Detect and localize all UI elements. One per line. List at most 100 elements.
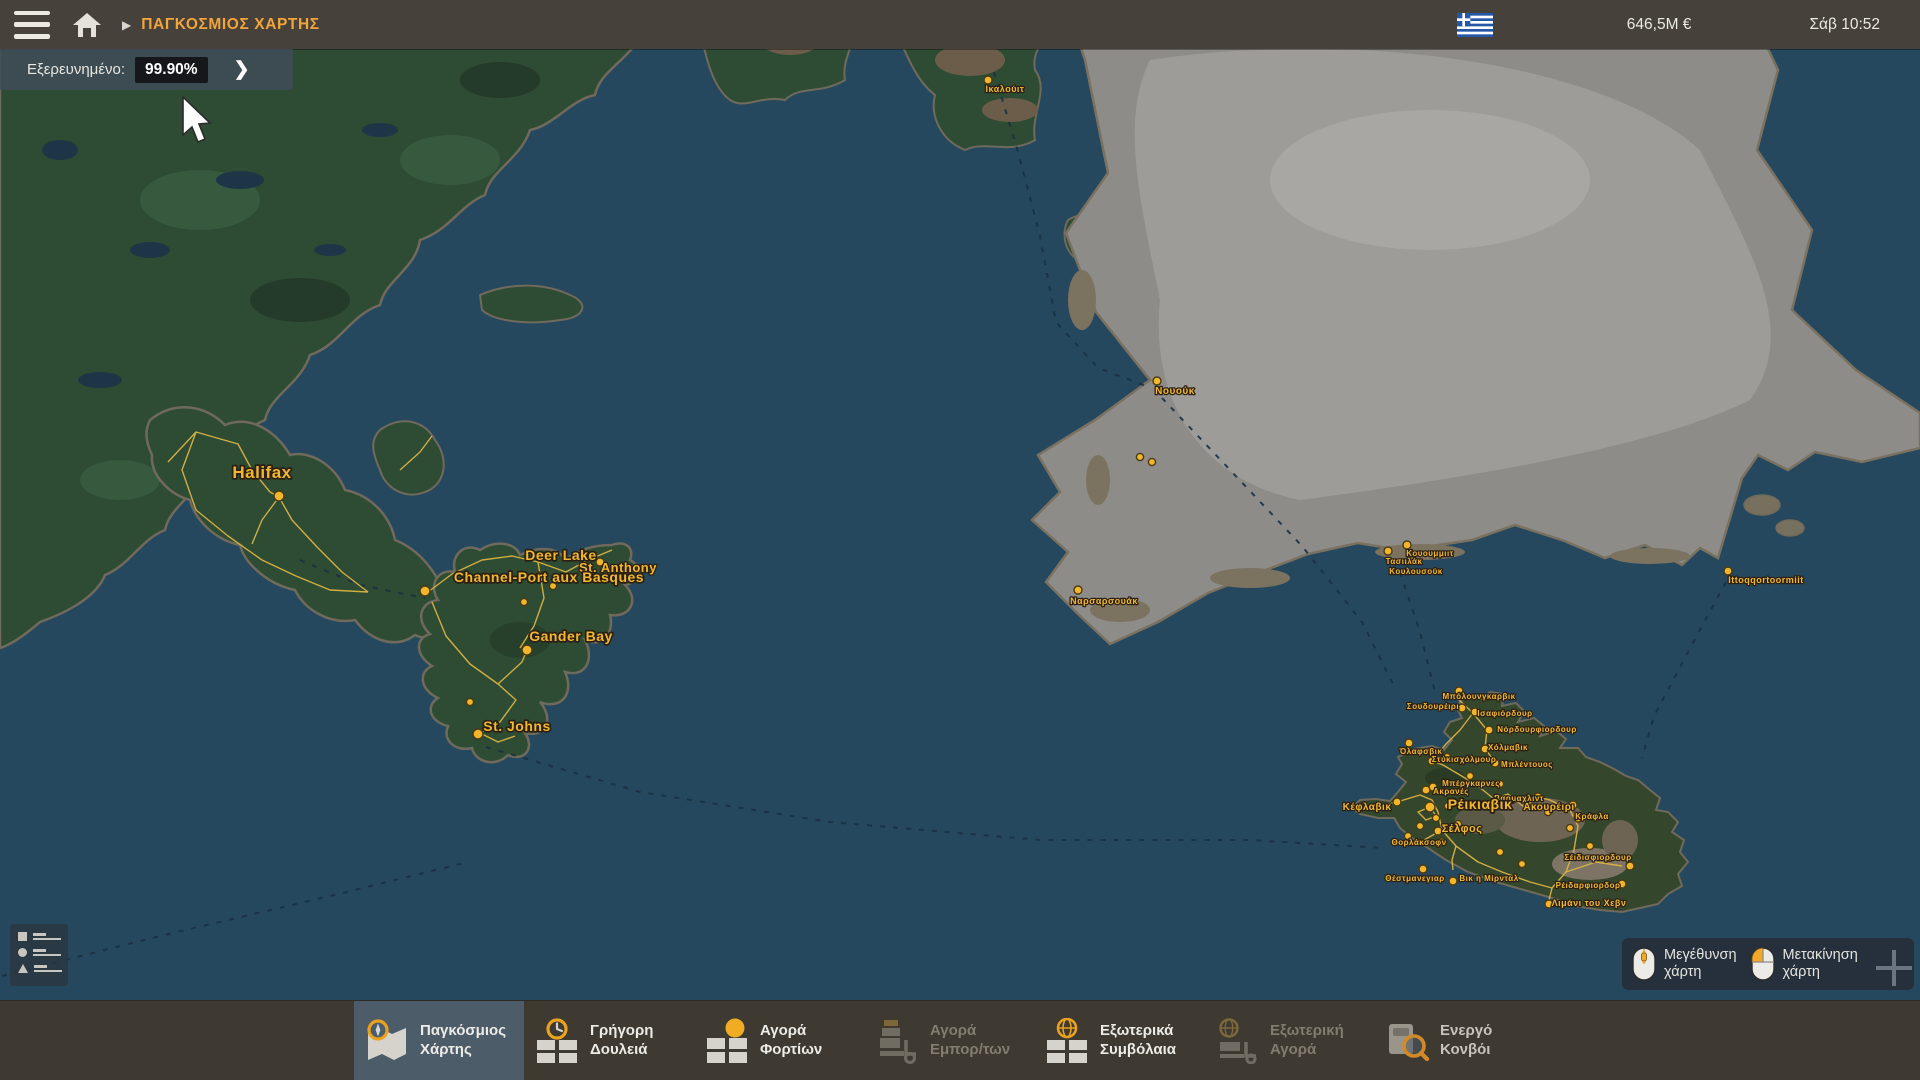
city-label[interactable]: Νόρδουρφιορδουρ bbox=[1497, 725, 1577, 734]
pallet-jack-icon bbox=[874, 1018, 920, 1064]
city-dot[interactable] bbox=[473, 729, 483, 739]
city-label[interactable]: Ισαφιόρδουρ bbox=[1477, 709, 1532, 718]
city-dot[interactable] bbox=[1449, 877, 1457, 885]
city-dot[interactable] bbox=[1393, 798, 1401, 806]
city-dot[interactable] bbox=[520, 598, 527, 605]
grid-globe-icon bbox=[1044, 1018, 1090, 1064]
tab-quick-job[interactable]: Γρήγορη Δουλειά bbox=[524, 1001, 694, 1080]
tab-label: Αγορά bbox=[760, 1022, 822, 1041]
grid-cargo-icon bbox=[704, 1018, 750, 1064]
mouse-left-button-icon bbox=[1751, 947, 1775, 981]
globe-jack-icon bbox=[1214, 1018, 1260, 1064]
city-dot[interactable] bbox=[1419, 865, 1427, 873]
city-dot[interactable] bbox=[1518, 860, 1525, 867]
city-label[interactable]: Νουούκ bbox=[1155, 386, 1195, 397]
map-legend-button[interactable] bbox=[10, 924, 68, 986]
tab-label: Παγκόσμιος bbox=[420, 1022, 506, 1041]
city-label[interactable]: Ακουρέιρι bbox=[1523, 802, 1574, 813]
city-dot[interactable] bbox=[1425, 802, 1435, 812]
city-dot[interactable] bbox=[1384, 547, 1392, 555]
city-label[interactable]: Λιμάνι του Χεβν bbox=[1552, 898, 1627, 908]
city-label[interactable]: Ρέιδαρφιορδορ bbox=[1556, 881, 1621, 890]
city-dot[interactable] bbox=[1405, 739, 1413, 747]
game-clock: Σάβ 10:52 bbox=[1809, 16, 1880, 34]
city-label[interactable]: Channel-Port aux Basques bbox=[454, 569, 644, 585]
city-label[interactable]: St. Johns bbox=[483, 718, 551, 734]
city-dot[interactable] bbox=[1458, 704, 1466, 712]
world-map[interactable]: HalifaxDeer LakeSt. AnthonyChannel-Port … bbox=[0, 0, 1920, 1080]
tab-external-contracts[interactable]: Εξωτερικά Συμβόλαια bbox=[1034, 1001, 1204, 1080]
tab-active-convoy[interactable]: Ενεργό Κονβόι bbox=[1374, 1001, 1544, 1080]
city-dot[interactable] bbox=[522, 645, 532, 655]
city-label[interactable]: Τασιιλάκ bbox=[1386, 557, 1423, 566]
hamburger-menu-icon[interactable] bbox=[14, 11, 50, 39]
city-label[interactable]: Μπόλουνγκαρβικ bbox=[1442, 692, 1515, 701]
city-dot[interactable] bbox=[1496, 848, 1503, 855]
city-label[interactable]: Σέιδισφιορδουρ bbox=[1564, 853, 1631, 862]
tab-label: Εξωτερική bbox=[1270, 1022, 1344, 1041]
city-label[interactable]: Βικ η Μίρνταλ bbox=[1459, 874, 1518, 883]
hint-zoom-line1: Μεγέθυνση bbox=[1664, 947, 1737, 964]
city-label[interactable]: Χόλμαβικ bbox=[1488, 743, 1528, 752]
city-dot[interactable] bbox=[1485, 726, 1493, 734]
city-dot[interactable] bbox=[1566, 824, 1573, 831]
legend-lines bbox=[34, 963, 62, 974]
city-dot[interactable] bbox=[1148, 458, 1155, 465]
city-label[interactable]: Ittoqqortoormiit bbox=[1728, 575, 1803, 585]
tab-world-map[interactable]: Παγκόσμιος Χάρτης bbox=[354, 1001, 524, 1080]
city-dot[interactable] bbox=[274, 491, 284, 501]
city-label[interactable]: Θορλάκσοφν bbox=[1391, 838, 1446, 847]
home-icon[interactable] bbox=[72, 12, 102, 38]
city-label[interactable]: Gander Bay bbox=[529, 628, 613, 644]
city-label[interactable]: Ακρανές bbox=[1433, 787, 1469, 796]
city-dot[interactable] bbox=[420, 586, 430, 596]
city-dot[interactable] bbox=[1074, 586, 1082, 594]
city-label[interactable]: Halifax bbox=[232, 463, 291, 482]
city-dot[interactable] bbox=[984, 76, 992, 84]
city-label[interactable]: Ναρσαρσουάκ bbox=[1070, 596, 1138, 606]
city-dot[interactable] bbox=[1136, 453, 1143, 460]
city-label[interactable]: Σέλφος bbox=[1442, 823, 1483, 835]
city-label[interactable]: Κέφλαβικ bbox=[1343, 802, 1392, 813]
tab-freight-market[interactable]: Αγορά Φορτίων bbox=[694, 1001, 864, 1080]
zoom-map-hint: Μεγέθυνση χάρτη bbox=[1632, 947, 1737, 981]
tab-label: Δουλειά bbox=[590, 1041, 653, 1060]
city-label[interactable]: Σουδουρέιρι bbox=[1407, 702, 1459, 711]
city-dot[interactable] bbox=[466, 698, 473, 705]
top-bar: ▶ ΠΑΓΚΟΣΜΙΟΣ ΧΑΡΤΗΣ 646,5M € Σάβ 10:52 bbox=[0, 0, 1920, 49]
greece-flag bbox=[1457, 13, 1493, 37]
city-dot[interactable] bbox=[1586, 842, 1593, 849]
move-map-hint: Μετακίνηση χάρτη bbox=[1751, 947, 1858, 981]
explored-expand-button[interactable]: ❯ bbox=[234, 58, 250, 81]
city-label[interactable]: Ικαλούιτ bbox=[986, 84, 1025, 94]
city-label[interactable]: Μπλέντουος bbox=[1501, 760, 1553, 769]
city-dot[interactable] bbox=[1422, 786, 1430, 794]
tab-label: Κονβόι bbox=[1440, 1041, 1492, 1060]
tab-label: Χάρτης bbox=[420, 1041, 506, 1060]
tab-external-market: Εξωτερική Αγορά bbox=[1204, 1001, 1374, 1080]
city-label[interactable]: Στύκισχόλμουρ bbox=[1432, 755, 1497, 764]
mouse-scroll-icon bbox=[1632, 947, 1656, 981]
tab-label: Εξωτερικά bbox=[1100, 1022, 1176, 1041]
explored-label: Εξερευνημένο: bbox=[27, 61, 125, 78]
map-compass-icon bbox=[364, 1018, 410, 1064]
city-label[interactable]: Θέστμανεγιαρ bbox=[1385, 874, 1444, 883]
city-dot[interactable] bbox=[1416, 822, 1423, 829]
grid-clock-icon bbox=[534, 1018, 580, 1064]
game-screen: { "top_bar": { "menu_icon": "hamburger-m… bbox=[0, 0, 1920, 1080]
city-dot[interactable] bbox=[1153, 377, 1161, 385]
map-controls-hint-panel: Μεγέθυνση χάρτη Μετακίνηση χάρτη bbox=[1622, 938, 1914, 990]
tab-label: Γρήγορη bbox=[590, 1022, 653, 1041]
city-dot[interactable] bbox=[1403, 541, 1411, 549]
truck-magnifier-icon bbox=[1384, 1018, 1430, 1064]
city-label[interactable]: Ρέικιαβικ bbox=[1448, 796, 1513, 812]
city-label[interactable]: Κουλουσούκ bbox=[1389, 567, 1443, 576]
tab-label: Αγορά bbox=[930, 1022, 1010, 1041]
explored-panel: Εξερευνημένο: 99.90% ❯ bbox=[0, 49, 293, 90]
city-label[interactable]: Κράφλα bbox=[1575, 812, 1609, 821]
explored-value: 99.90% bbox=[135, 57, 208, 83]
city-dot[interactable] bbox=[1626, 862, 1634, 870]
breadcrumb-chevron-icon: ▶ bbox=[122, 18, 131, 32]
city-dot[interactable] bbox=[1432, 814, 1439, 821]
city-dot[interactable] bbox=[1724, 567, 1732, 575]
